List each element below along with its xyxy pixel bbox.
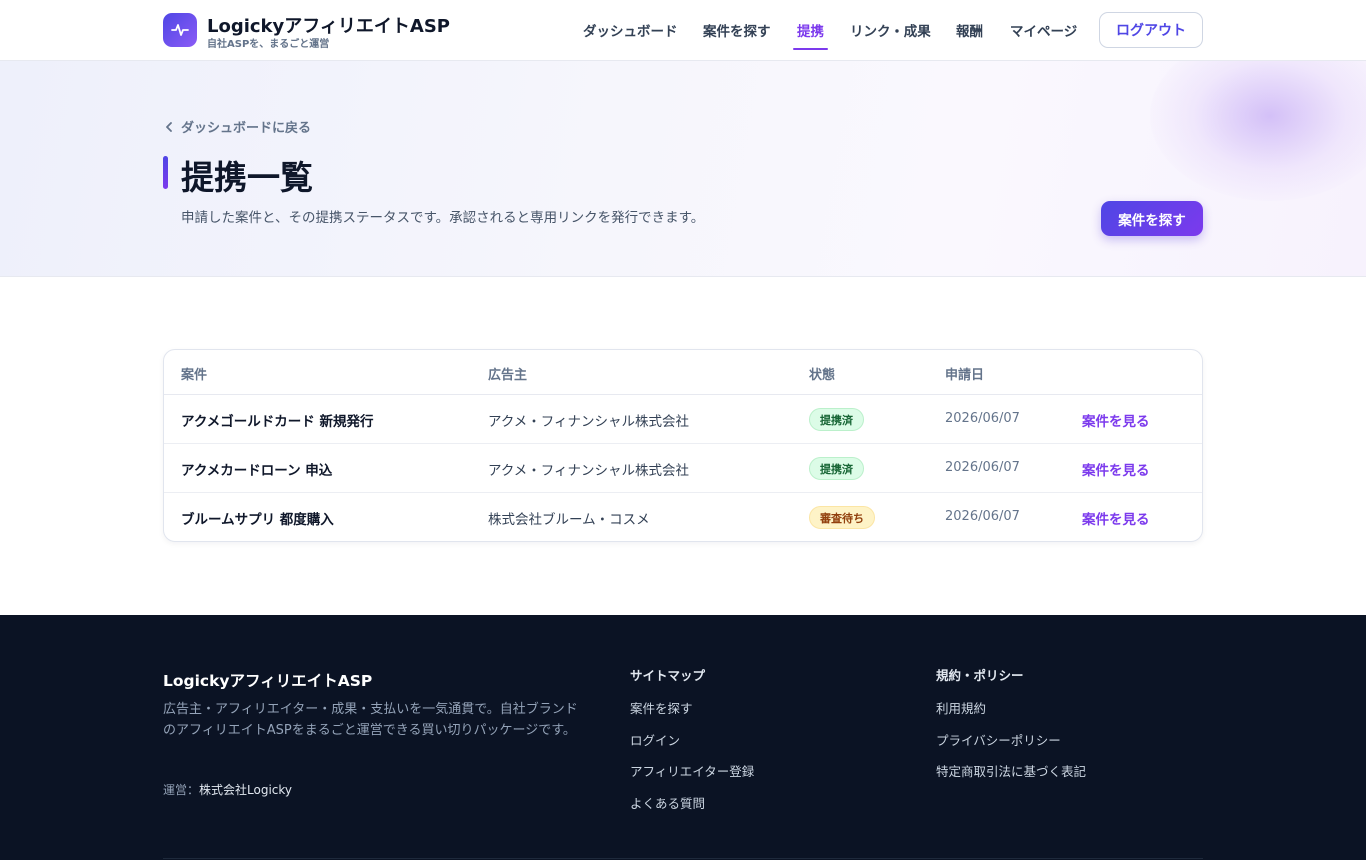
page-hero: ダッシュボードに戻る 提携一覧 申請した案件と、その提携ステータスです。承認され… [0,61,1366,277]
applied-date: 2026/06/07 [945,411,1020,426]
column-header-offer: 案件 [181,368,208,383]
footer-brand: LogickyアフィリエイトASP [163,672,373,690]
table-row: ブルームサプリ 都度購入 株式会社ブルーム・コスメ 審査待ち 2026/06/0… [164,493,1202,541]
partnership-table: 案件 広告主 状態 申請日 アクメゴールドカード 新規発行 アクメ・フィナンシャ… [163,349,1203,542]
footer-link-privacy[interactable]: プライバシーポリシー [936,730,1061,749]
site-header: LogickyアフィリエイトASP 自社ASPを、まるごと運営 ダッシュボード … [0,0,1366,61]
back-link-label: ダッシュボードに戻る [181,121,312,136]
brand-tagline: 自社ASPを、まるごと運営 [207,39,330,50]
status-badge: 提携済 [809,408,864,431]
offer-name: アクメゴールドカード 新規発行 [181,414,374,430]
footer-description: 広告主・アフィリエイター・成果・支払いを一気通貫で。自社ブランドのアフィリエイト… [163,702,578,738]
table-row: アクメカードローン 申込 アクメ・フィナンシャル株式会社 提携済 2026/06… [164,444,1202,493]
nav-dashboard[interactable]: ダッシュボード [583,0,678,60]
table-header: 案件 広告主 状態 申請日 [164,350,1202,395]
view-offer-link[interactable]: 案件を見る [1082,508,1150,528]
footer-divider [163,858,1203,859]
nav-mypage[interactable]: マイページ [1010,0,1077,60]
logo-icon[interactable] [163,13,197,47]
advertiser-name: アクメ・フィナンシャル株式会社 [488,414,690,430]
footer-link-commerce-law[interactable]: 特定商取引法に基づく表記 [936,761,1086,780]
advertiser-name: アクメ・フィナンシャル株式会社 [488,463,690,479]
view-offer-link[interactable]: 案件を見る [1082,459,1150,479]
column-header-date: 申請日 [945,368,985,383]
footer-sitemap-title: サイトマップ [630,668,706,683]
column-header-advertiser: 広告主 [488,368,528,383]
pulse-icon [171,24,189,36]
footer-operator: 運営：株式会社Logicky [163,781,292,798]
footer-link-terms[interactable]: 利用規約 [936,698,986,717]
offer-name: アクメカードローン 申込 [181,463,333,479]
back-to-dashboard-link[interactable]: ダッシュボードに戻る [165,117,311,136]
column-header-status: 状態 [809,368,836,383]
page-description: 申請した案件と、その提携ステータスです。承認されると専用リンクを発行できます。 [181,210,705,226]
footer-link-login[interactable]: ログイン [630,730,680,749]
footer-link-affiliate-signup[interactable]: アフィリエイター登録 [630,761,754,780]
footer-policy-title: 規約・ポリシー [936,668,1024,683]
logout-button[interactable]: ログアウト [1099,12,1203,48]
applied-date: 2026/06/07 [945,460,1020,475]
nav-partnerships[interactable]: 提携 [793,0,828,60]
status-badge: 審査待ち [809,506,875,529]
footer-link-find-offers[interactable]: 案件を探す [630,698,693,717]
page-title: 提携一覧 [181,158,313,197]
title-accent-bar [163,156,168,189]
hero-glow-decoration [1150,61,1366,201]
applied-date: 2026/06/07 [945,509,1020,524]
site-footer: LogickyアフィリエイトASP 広告主・アフィリエイター・成果・支払いを一気… [0,615,1366,860]
advertiser-name: 株式会社ブルーム・コスメ [488,512,650,528]
table-row: アクメゴールドカード 新規発行 アクメ・フィナンシャル株式会社 提携済 2026… [164,395,1202,444]
operator-label: 運営： [163,783,200,797]
offer-name: ブルームサプリ 都度購入 [181,512,334,528]
nav-rewards[interactable]: 報酬 [956,0,983,60]
status-badge: 提携済 [809,457,864,480]
chevron-left-icon [166,121,172,132]
find-offers-button[interactable]: 案件を探す [1101,201,1203,236]
operator-name: 株式会社Logicky [199,783,293,797]
view-offer-link[interactable]: 案件を見る [1082,410,1150,430]
footer-link-faq[interactable]: よくある質問 [630,793,705,812]
nav-find-offers[interactable]: 案件を探す [703,0,771,60]
nav-links-results[interactable]: リンク・成果 [850,0,931,60]
